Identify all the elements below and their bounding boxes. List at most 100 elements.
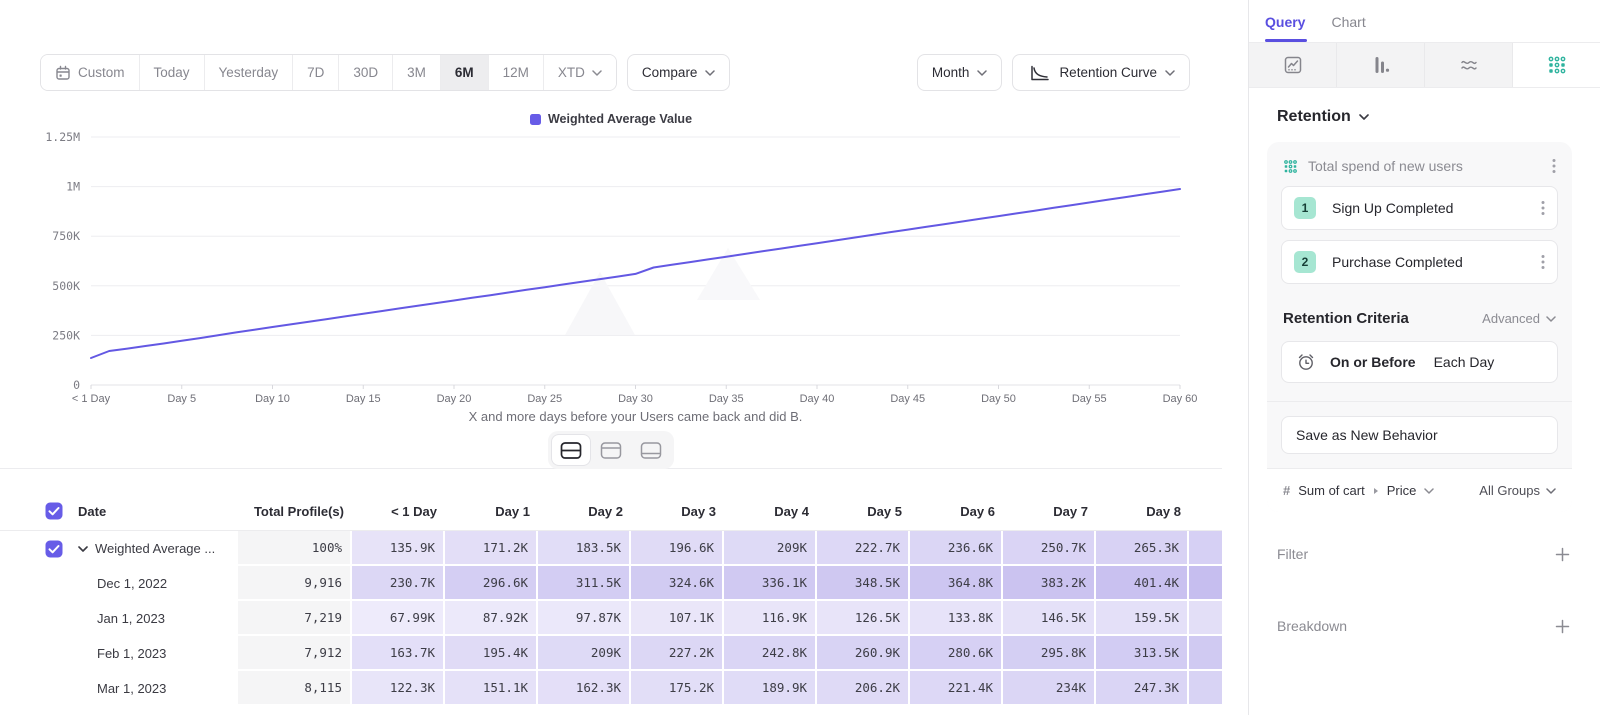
chevron-down-icon bbox=[592, 70, 602, 76]
retention-cell[interactable]: 230.7K bbox=[352, 566, 445, 601]
range-xtd[interactable]: XTD bbox=[543, 55, 616, 90]
retention-cell[interactable]: 234K bbox=[1003, 671, 1096, 706]
retention-cell[interactable]: 135.9K bbox=[352, 531, 445, 566]
svg-text:Day 55: Day 55 bbox=[1072, 393, 1107, 405]
behavior-step[interactable]: 1Sign Up Completed bbox=[1281, 186, 1558, 230]
save-as-new-behavior-button[interactable]: Save as New Behavior bbox=[1281, 416, 1558, 454]
range-30d[interactable]: 30D bbox=[338, 55, 392, 90]
retention-cell[interactable]: 260.9K bbox=[817, 636, 910, 671]
retention-cell[interactable]: 116.9K bbox=[724, 601, 817, 636]
retention-cell[interactable]: 280.6K bbox=[910, 636, 1003, 671]
chart-type-button[interactable]: Retention Curve bbox=[1012, 54, 1190, 91]
groups-dropdown[interactable]: All Groups bbox=[1479, 483, 1556, 498]
column-header: Day 8 bbox=[1096, 492, 1189, 530]
retention-cell[interactable]: 222.7K bbox=[817, 531, 910, 566]
measure-property[interactable]: Sum of cart bbox=[1298, 483, 1364, 498]
retention-cell[interactable]: 151.1K bbox=[445, 671, 538, 706]
retention-cell[interactable]: 196.6K bbox=[631, 531, 724, 566]
retention-cell[interactable]: 175.2K bbox=[631, 671, 724, 706]
range-yesterday[interactable]: Yesterday bbox=[204, 55, 293, 90]
retention-cell[interactable]: 311.5K bbox=[538, 566, 631, 601]
retention-cell[interactable]: 97.87K bbox=[538, 601, 631, 636]
retention-cell[interactable]: 348.5K bbox=[817, 566, 910, 601]
measure-subproperty[interactable]: Price bbox=[1387, 483, 1417, 498]
report-type-selector[interactable]: Retention bbox=[1277, 108, 1572, 126]
range-7d[interactable]: 7D bbox=[292, 55, 338, 90]
add-filter-button[interactable] bbox=[1555, 547, 1570, 562]
tab-query[interactable]: Query bbox=[1265, 14, 1305, 42]
retention-cell[interactable]: 122.3K bbox=[352, 671, 445, 706]
retention-cell[interactable]: 296.6K bbox=[445, 566, 538, 601]
row-expander-icon[interactable] bbox=[78, 546, 88, 552]
retention-cell[interactable]: 209K bbox=[538, 636, 631, 671]
behavior-retention-icon bbox=[1283, 159, 1298, 174]
retention-cell[interactable]: 183.5K bbox=[538, 531, 631, 566]
kebab-menu-icon[interactable] bbox=[1541, 254, 1545, 270]
add-breakdown-button[interactable] bbox=[1555, 619, 1570, 634]
retention-cell[interactable]: 247.3K bbox=[1096, 671, 1189, 706]
behavior-step[interactable]: 2Purchase Completed bbox=[1281, 240, 1558, 284]
granularity-button[interactable]: Month bbox=[917, 54, 1003, 91]
retention-cell[interactable]: 364.8K bbox=[910, 566, 1003, 601]
tab-chart[interactable]: Chart bbox=[1331, 14, 1365, 42]
retention-cell[interactable]: 133.8K bbox=[910, 601, 1003, 636]
retention-cell[interactable]: 171.2K bbox=[445, 531, 538, 566]
retention-cell[interactable]: 265.3K bbox=[1096, 531, 1189, 566]
svg-text:250K: 250K bbox=[52, 328, 80, 342]
select-all-checkbox[interactable] bbox=[45, 502, 63, 520]
series-line bbox=[91, 189, 1180, 358]
view-toggle-table[interactable] bbox=[632, 435, 670, 465]
retention-cell[interactable]: 236.6K bbox=[910, 531, 1003, 566]
tab-insights[interactable] bbox=[1249, 43, 1337, 87]
retention-cell[interactable]: 295.8K bbox=[1003, 636, 1096, 671]
svg-text:1M: 1M bbox=[66, 180, 80, 194]
total-profiles-cell: 7,219 bbox=[238, 601, 352, 636]
retention-cell[interactable]: 146.5K bbox=[1003, 601, 1096, 636]
row-label-cell: Feb 1, 2023 bbox=[72, 636, 238, 671]
retention-cell[interactable]: 250.7K bbox=[1003, 531, 1096, 566]
tab-flows[interactable] bbox=[1425, 43, 1513, 87]
retention-cell[interactable]: 195.4K bbox=[445, 636, 538, 671]
retention-cell[interactable]: 221.4K bbox=[910, 671, 1003, 706]
retention-cell[interactable]: 159.5K bbox=[1096, 601, 1189, 636]
legend-swatch bbox=[530, 114, 541, 125]
retention-cell[interactable]: 126.5K bbox=[817, 601, 910, 636]
kebab-menu-icon[interactable] bbox=[1541, 200, 1545, 216]
retention-cell[interactable]: 313.5K bbox=[1096, 636, 1189, 671]
column-header: Day 5 bbox=[817, 492, 910, 530]
retention-cell[interactable]: 383.2K bbox=[1003, 566, 1096, 601]
range-6m[interactable]: 6M bbox=[440, 55, 488, 90]
view-toggle-split[interactable] bbox=[552, 435, 590, 465]
retention-cell[interactable]: 209K bbox=[724, 531, 817, 566]
retention-cell[interactable]: 87.92K bbox=[445, 601, 538, 636]
date-range-group: CustomTodayYesterday7D30D3M 6M 12MXTD bbox=[40, 54, 617, 91]
range-label: 6M bbox=[455, 65, 474, 80]
range-today[interactable]: Today bbox=[139, 55, 204, 90]
tab-retention[interactable] bbox=[1513, 43, 1600, 87]
advanced-toggle[interactable]: Advanced bbox=[1482, 311, 1556, 326]
retention-cell[interactable]: 401.4K bbox=[1096, 566, 1189, 601]
retention-cell[interactable]: 189.9K bbox=[724, 671, 817, 706]
retention-cell[interactable]: 206.2K bbox=[817, 671, 910, 706]
main-content: CustomTodayYesterday7D30D3M 6M 12MXTD Comp… bbox=[0, 0, 1248, 715]
retention-cell[interactable]: 242.8K bbox=[724, 636, 817, 671]
legend-label: Weighted Average Value bbox=[548, 112, 692, 126]
retention-cell[interactable]: 227.2K bbox=[631, 636, 724, 671]
retention-cell[interactable]: 162.3K bbox=[538, 671, 631, 706]
range-12m[interactable]: 12M bbox=[488, 55, 543, 90]
retention-cell[interactable]: 324.6K bbox=[631, 566, 724, 601]
row-checkbox[interactable] bbox=[45, 540, 63, 558]
retention-cell[interactable]: 107.1K bbox=[631, 601, 724, 636]
retention-cell[interactable]: 163.7K bbox=[352, 636, 445, 671]
range-3m[interactable]: 3M bbox=[392, 55, 440, 90]
retention-cell[interactable]: 336.1K bbox=[724, 566, 817, 601]
advanced-label: Advanced bbox=[1482, 311, 1540, 326]
compare-button[interactable]: Compare bbox=[627, 54, 731, 91]
retention-cell[interactable]: 67.99K bbox=[352, 601, 445, 636]
retention-condition[interactable]: On or Before Each Day bbox=[1281, 341, 1558, 383]
view-toggle-chart[interactable] bbox=[592, 435, 630, 465]
tab-funnels[interactable] bbox=[1337, 43, 1425, 87]
kebab-menu-icon[interactable] bbox=[1552, 158, 1556, 174]
report-type-tabs bbox=[1249, 42, 1600, 88]
range-custom[interactable]: Custom bbox=[41, 55, 139, 90]
